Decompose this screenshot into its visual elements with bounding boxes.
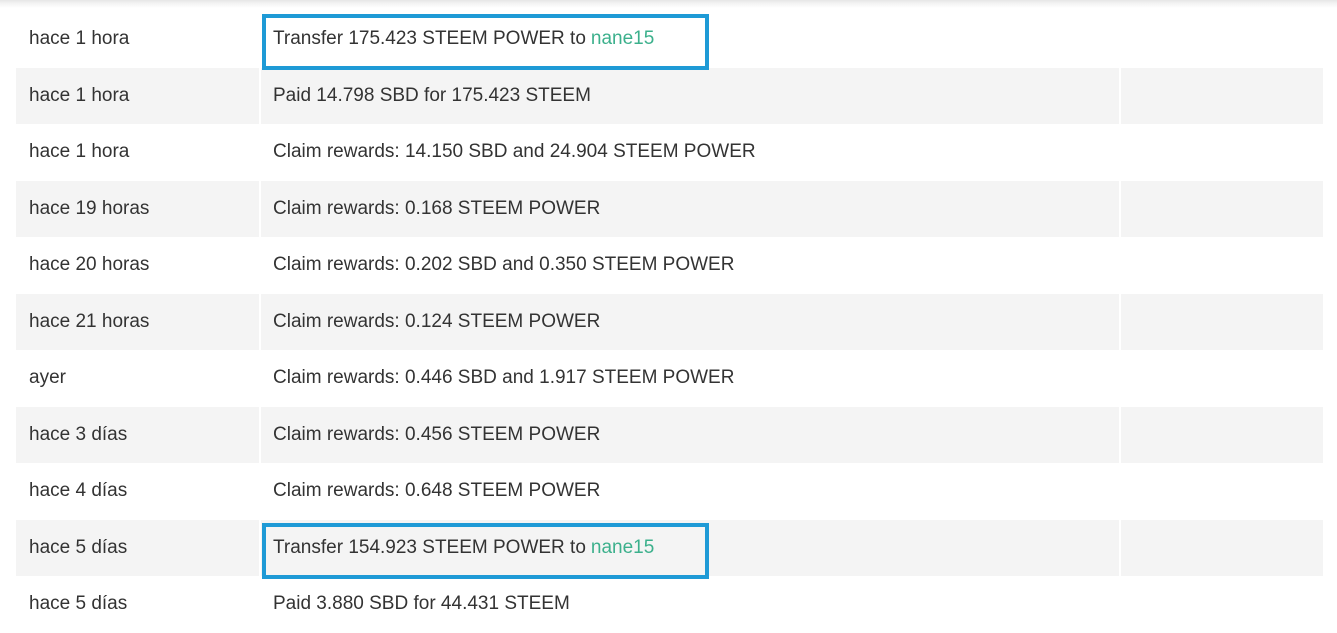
operation-text: Paid 3.880 SBD for 44.431 STEEM bbox=[273, 593, 570, 615]
top-shadow bbox=[0, 0, 1337, 8]
row-operation: Claim rewards: 0.648 STEEM POWER bbox=[261, 463, 1121, 520]
row-date: hace 1 hora bbox=[16, 67, 261, 124]
row-operation: Claim rewards: 0.124 STEEM POWER bbox=[261, 293, 1121, 350]
row-memo bbox=[1121, 463, 1323, 520]
table-row: hace 4 días Claim rewards: 0.648 STEEM P… bbox=[16, 463, 1323, 520]
row-date: hace 21 horas bbox=[16, 293, 261, 350]
table-row: hace 3 días Claim rewards: 0.456 STEEM P… bbox=[16, 406, 1323, 464]
operation-text: Transfer 175.423 STEEM POWER to bbox=[273, 28, 586, 50]
table-row: hace 19 horas Claim rewards: 0.168 STEEM… bbox=[16, 180, 1323, 238]
table-row: hace 5 días Transfer 154.923 STEEM POWER… bbox=[16, 519, 1323, 577]
row-operation: Claim rewards: 14.150 SBD and 24.904 STE… bbox=[261, 124, 1121, 181]
row-date: ayer bbox=[16, 350, 261, 407]
row-operation: Paid 3.880 SBD for 44.431 STEEM bbox=[261, 576, 1121, 633]
table-row: hace 1 hora Paid 14.798 SBD for 175.423 … bbox=[16, 67, 1323, 125]
recipient-link[interactable]: nane15 bbox=[591, 28, 654, 50]
row-date: hace 19 horas bbox=[16, 180, 261, 237]
table-row: hace 1 hora Claim rewards: 14.150 SBD an… bbox=[16, 124, 1323, 181]
operation-text: Paid 14.798 SBD for 175.423 STEEM bbox=[273, 84, 591, 106]
operation-text: Claim rewards: 0.124 STEEM POWER bbox=[273, 310, 601, 332]
row-operation: Claim rewards: 0.168 STEEM POWER bbox=[261, 180, 1121, 237]
row-date: hace 3 días bbox=[16, 406, 261, 463]
row-memo bbox=[1121, 181, 1323, 238]
operation-text: Transfer 154.923 STEEM POWER to bbox=[273, 536, 586, 558]
row-memo bbox=[1121, 576, 1323, 633]
row-memo bbox=[1121, 124, 1323, 181]
row-date: hace 20 horas bbox=[16, 237, 261, 294]
row-date: hace 5 días bbox=[16, 519, 261, 576]
table-row: hace 5 días Paid 3.880 SBD for 44.431 ST… bbox=[16, 576, 1323, 633]
transaction-history-table: hace 1 hora Transfer 175.423 STEEM POWER… bbox=[16, 11, 1323, 633]
row-memo bbox=[1121, 237, 1323, 294]
row-date: hace 1 hora bbox=[16, 124, 261, 181]
row-date: hace 4 días bbox=[16, 463, 261, 520]
row-memo bbox=[1121, 520, 1323, 577]
row-memo bbox=[1121, 11, 1323, 68]
row-operation: Transfer 154.923 STEEM POWER to nane15 bbox=[261, 519, 1121, 576]
row-operation: Claim rewards: 0.456 STEEM POWER bbox=[261, 406, 1121, 463]
operation-text: Claim rewards: 0.202 SBD and 0.350 STEEM… bbox=[273, 254, 735, 276]
operation-text: Claim rewards: 0.168 STEEM POWER bbox=[273, 197, 601, 219]
row-memo bbox=[1121, 294, 1323, 351]
operation-text: Claim rewards: 0.456 STEEM POWER bbox=[273, 423, 601, 445]
row-date: hace 1 hora bbox=[16, 11, 261, 68]
row-operation: Claim rewards: 0.446 SBD and 1.917 STEEM… bbox=[261, 350, 1121, 407]
table-row: hace 20 horas Claim rewards: 0.202 SBD a… bbox=[16, 237, 1323, 294]
table-row: hace 1 hora Transfer 175.423 STEEM POWER… bbox=[16, 11, 1323, 68]
row-date: hace 5 días bbox=[16, 576, 261, 633]
row-memo bbox=[1121, 68, 1323, 125]
row-operation: Claim rewards: 0.202 SBD and 0.350 STEEM… bbox=[261, 237, 1121, 294]
row-operation: Paid 14.798 SBD for 175.423 STEEM bbox=[261, 67, 1121, 124]
operation-text: Claim rewards: 14.150 SBD and 24.904 STE… bbox=[273, 141, 756, 163]
operation-text: Claim rewards: 0.446 SBD and 1.917 STEEM… bbox=[273, 367, 735, 389]
operation-text: Claim rewards: 0.648 STEEM POWER bbox=[273, 480, 601, 502]
row-memo bbox=[1121, 350, 1323, 407]
row-operation: Transfer 175.423 STEEM POWER to nane15 bbox=[261, 11, 1121, 68]
recipient-link[interactable]: nane15 bbox=[591, 537, 654, 559]
table-row: hace 21 horas Claim rewards: 0.124 STEEM… bbox=[16, 293, 1323, 351]
table-row: ayer Claim rewards: 0.446 SBD and 1.917 … bbox=[16, 350, 1323, 407]
row-memo bbox=[1121, 407, 1323, 464]
